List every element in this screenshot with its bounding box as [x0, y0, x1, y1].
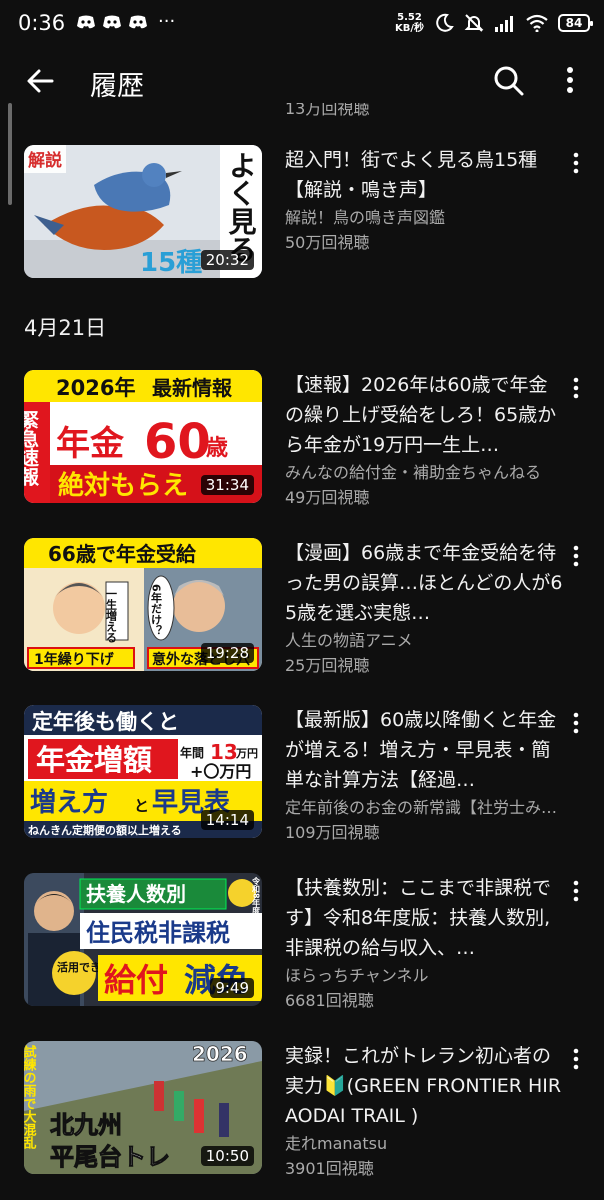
- channel-name: ほらっちチャンネル: [285, 966, 429, 985]
- video-title[interactable]: 【速報】2026年は60歳で年金の繰り上げ受給をしろ！65歳から年金が19万円一…: [285, 370, 565, 460]
- thumb-text: 13: [210, 740, 238, 764]
- thumb-text: 1年繰り下げ: [34, 651, 115, 668]
- more-notifications-icon: ···: [158, 11, 176, 32]
- video-info[interactable]: 【漫画】66歳まで年金受給を待った男の誤算…ほとんどの人が65歳を選ぶ実態… 人…: [285, 538, 565, 678]
- more-vert-icon[interactable]: [566, 151, 586, 175]
- channel-name: 定年前後のお金の新常識【社労士み…: [285, 798, 558, 817]
- thumb-text: 最新情報: [152, 376, 233, 400]
- video-thumbnail[interactable]: 扶養人数別 令和8年度 住民税非課税 活用できる 給付 減免 9:49: [24, 873, 262, 1006]
- duration-badge: 10:50: [200, 1146, 254, 1166]
- video-info[interactable]: 【扶養数別：ここまで非課税です】令和8年度版：扶養人数別, 非課税の給与収入、……: [285, 873, 565, 1013]
- more-vert-icon[interactable]: [566, 879, 586, 903]
- channel-name: 解説！鳥の鳴き声図鑑: [285, 208, 446, 227]
- duration-badge: 9:49: [210, 978, 254, 998]
- video-title[interactable]: 【最新版】60歳以降働くと年金が増える！増え方・早見表・簡単な計算方法【経過…: [285, 705, 565, 795]
- video-title[interactable]: 超入門！街でよく見る鳥15種【解説・鳴き声】: [285, 145, 565, 205]
- date-header: 4月21日: [24, 316, 107, 340]
- thumb-text: 15種: [140, 248, 202, 278]
- video-item[interactable]: 2026年 最新情報 緊急速報 年金 60 歳 絶対もらえ 31:34 【速報】…: [0, 370, 604, 510]
- thumb-text: 歳: [206, 436, 228, 461]
- duration-badge: 19:28: [200, 643, 254, 663]
- video-title[interactable]: 【扶養数別：ここまで非課税です】令和8年度版：扶養人数別, 非課税の給与収入、…: [285, 873, 565, 963]
- thumb-text: 扶養人数別: [86, 882, 186, 906]
- battery-icon: 84: [558, 14, 593, 32]
- thumb-text: 66歳で年金受給: [48, 542, 197, 566]
- video-title[interactable]: 【漫画】66歳まで年金受給を待った男の誤算…ほとんどの人が65歳を選ぶ実態…: [285, 538, 565, 628]
- thumb-text: 緊急速報: [24, 410, 39, 487]
- previous-item-views: 13万回視聴: [285, 103, 370, 118]
- thumb-text: 一生増える: [105, 588, 118, 644]
- thumb-text: 年金: [56, 424, 125, 464]
- thumb-text: 2026: [192, 1042, 248, 1066]
- view-count: 49万回視聴: [285, 488, 370, 507]
- video-thumbnail[interactable]: 2026 試練の雨で大混乱 北九州 平尾台トレ 10:50: [24, 1041, 262, 1174]
- signal-icon: [495, 16, 513, 32]
- thumb-text: 平尾台トレ: [50, 1143, 170, 1171]
- thumb-text: 万円: [235, 747, 258, 760]
- thumb-text: 住民税非課税: [86, 919, 230, 947]
- view-count: 3901回視聴: [285, 1159, 374, 1178]
- duration-badge: 20:32: [200, 250, 254, 270]
- thumb-text: 6年だけ？: [150, 584, 163, 636]
- search-icon[interactable]: [490, 62, 526, 98]
- video-item[interactable]: 66歳で年金受給 一生増える 6年だけ？ 1年繰り下げ 意外な落とし穴 19:2…: [0, 538, 604, 678]
- page-title: 履歴: [90, 71, 144, 102]
- thumb-text: 年間: [180, 745, 204, 760]
- video-thumbnail[interactable]: 解説 よく見る 15種 20:32: [24, 145, 262, 278]
- duration-badge: 31:34: [200, 475, 254, 495]
- video-item[interactable]: 定年後も働くと 年金増額 年間 13 万円 +〇万円 増え方 と 早見表 ねんき…: [0, 705, 604, 845]
- duration-badge: 14:14: [200, 810, 254, 830]
- channel-name: みんなの給付金・補助金ちゃんねる: [285, 463, 542, 482]
- view-count: 50万回視聴: [285, 233, 370, 252]
- thumb-text: よく見る: [225, 151, 258, 263]
- thumb-text: 増え方: [30, 787, 108, 818]
- network-speed: 5.52 KB/秒: [394, 12, 424, 34]
- video-info[interactable]: 超入門！街でよく見る鳥15種【解説・鳴き声】 解説！鳥の鳴き声図鑑 50万回視聴: [285, 145, 565, 255]
- thumb-text: +〇万円: [190, 762, 251, 781]
- more-vert-icon[interactable]: [558, 62, 582, 98]
- view-count: 109万回視聴: [285, 823, 380, 842]
- view-count: 6681回視聴: [285, 991, 374, 1010]
- status-time: 0:36: [18, 11, 66, 35]
- thumb-text: 2026年: [56, 376, 135, 400]
- thumb-text: 解説: [28, 150, 62, 171]
- video-info[interactable]: 【最新版】60歳以降働くと年金が増える！増え方・早見表・簡単な計算方法【経過… …: [285, 705, 565, 845]
- thumb-text: 絶対もらえ: [58, 470, 188, 501]
- discord-icon: [103, 15, 121, 29]
- channel-name: 人生の物語アニメ: [285, 631, 413, 650]
- video-item[interactable]: 解説 よく見る 15種 20:32 超入門！街でよく見る鳥15種【解説・鳴き声】…: [0, 145, 604, 285]
- thumb-text: 定年後も働くと: [32, 710, 179, 734]
- thumb-text: 60: [144, 414, 211, 470]
- more-vert-icon[interactable]: [566, 1047, 586, 1071]
- notification-icons: ···: [76, 11, 176, 32]
- back-arrow-icon[interactable]: [22, 63, 58, 99]
- video-thumbnail[interactable]: 定年後も働くと 年金増額 年間 13 万円 +〇万円 増え方 と 早見表 ねんき…: [24, 705, 262, 838]
- more-vert-icon[interactable]: [566, 376, 586, 400]
- more-vert-icon[interactable]: [566, 711, 586, 735]
- video-item[interactable]: 2026 試練の雨で大混乱 北九州 平尾台トレ 10:50 実録！これがトレラン…: [0, 1041, 604, 1181]
- thumb-text: 年金増額: [36, 743, 152, 777]
- thumb-text: 給付: [104, 961, 168, 999]
- system-icons: 5.52 KB/秒 84: [394, 12, 593, 34]
- video-info[interactable]: 【速報】2026年は60歳で年金の繰り上げ受給をしろ！65歳から年金が19万円一…: [285, 370, 565, 510]
- video-item[interactable]: 扶養人数別 令和8年度 住民税非課税 活用できる 給付 減免 9:49 【扶養数…: [0, 873, 604, 1013]
- thumb-text: 令和8年度: [251, 876, 261, 916]
- discord-icon: [77, 15, 95, 29]
- video-thumbnail[interactable]: 2026年 最新情報 緊急速報 年金 60 歳 絶対もらえ 31:34: [24, 370, 262, 503]
- more-vert-icon[interactable]: [566, 544, 586, 568]
- thumb-text: と: [134, 797, 149, 815]
- thumb-text: 北九州: [50, 1111, 122, 1139]
- bell-off-icon: [464, 14, 484, 32]
- channel-name: 走れmanatsu: [285, 1134, 388, 1153]
- video-title[interactable]: 実録！これがトレラン初心者の実力🔰(GREEN FRONTIER HIRAODA…: [285, 1041, 565, 1131]
- discord-icon: [129, 15, 147, 29]
- status-bar: 0:36 ··· 5.52 KB/秒 84: [0, 0, 604, 50]
- thumb-text: ねんきん定期便の額以上増える: [28, 823, 182, 837]
- video-info[interactable]: 実録！これがトレラン初心者の実力🔰(GREEN FRONTIER HIRAODA…: [285, 1041, 565, 1181]
- moon-icon: [436, 13, 454, 32]
- thumb-text: 試練の雨で大混乱: [24, 1044, 36, 1150]
- video-thumbnail[interactable]: 66歳で年金受給 一生増える 6年だけ？ 1年繰り下げ 意外な落とし穴 19:2…: [24, 538, 262, 671]
- wifi-icon: [526, 14, 548, 32]
- view-count: 25万回視聴: [285, 656, 370, 675]
